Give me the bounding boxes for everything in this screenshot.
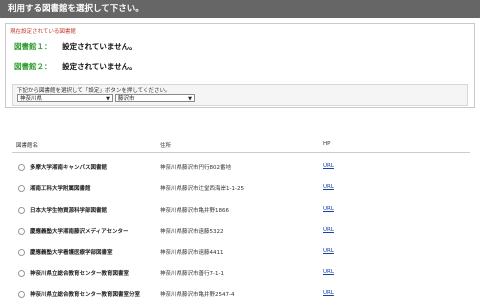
list-divider [12,152,470,153]
library-url-link[interactable]: URL [323,163,334,169]
column-header-address: 住所 [160,143,172,149]
library-radio[interactable] [18,249,25,256]
library-2-row: 図書館２： 設定されていません。 [14,61,137,72]
library-url-link[interactable]: URL [323,206,334,212]
library-name: 湘南工科大学附属図書館 [30,186,91,192]
column-header-hp: HP [323,141,331,147]
library-radio[interactable] [18,207,25,214]
library-list-item: 日本大学生物資源科学部図書館 神奈川県藤沢市亀井野1866 URL [12,205,472,217]
library-name: 多摩大学湘南キャンパス図書館 [30,165,108,171]
library-name: 神奈川県立総合教育センター教育図書室 [30,271,130,277]
library-address: 神奈川県藤沢市遠藤4411 [160,250,224,256]
library-radio[interactable] [18,291,25,298]
library-url-link[interactable]: URL [323,227,334,233]
library-list-item: 慶應義塾大学看護医療学部図書室 神奈川県藤沢市遠藤4411 URL [12,247,472,259]
library-selector: 下記から図書館を選択して「設定」ボタンを押してください。 神奈川県 ▼ 藤沢市 … [12,84,468,106]
city-value: 藤沢市 [118,96,135,102]
library-1-value: 設定されていません。 [62,42,137,51]
library-2-label: 図書館２： [14,62,52,71]
library-name: 慶應義塾大学看護医療学部図書室 [30,250,113,256]
library-url-link[interactable]: URL [323,269,334,275]
page-title: 利用する図書館を選択して下さい。 [8,4,144,14]
city-select[interactable]: 藤沢市 ▼ [115,94,195,102]
current-library-panel: 現在設定されている図書館 図書館１： 設定されていません。 図書館２： 設定され… [5,23,475,108]
library-list-item: 湘南工科大学附属図書館 神奈川県藤沢市辻堂西海岸1-1-25 URL [12,183,472,195]
library-address: 神奈川県藤沢市善行7-1-1 [160,271,224,277]
library-address: 神奈川県藤沢市遠藤5322 [160,229,224,235]
library-list-item: 神奈川県立総合教育センター教育図書室 神奈川県藤沢市善行7-1-1 URL [12,268,472,280]
chevron-down-icon: ▼ [188,96,192,102]
library-name: 慶應義塾大学湘南藤沢メディアセンター [30,229,129,235]
prefecture-value: 神奈川県 [20,96,43,102]
library-list-item: 慶應義塾大学湘南藤沢メディアセンター 神奈川県藤沢市遠藤5322 URL [12,226,472,238]
library-url-link[interactable]: URL [323,248,334,254]
library-url-link[interactable]: URL [323,184,334,190]
library-radio[interactable] [18,228,25,235]
page-header: 利用する図書館を選択して下さい。 [0,0,480,18]
library-name: 日本大学生物資源科学部図書館 [30,208,108,214]
library-address: 神奈川県藤沢市円行802番地 [160,165,231,171]
library-name: 神奈川県立総合教育センター教育図書室分室 [30,292,141,298]
library-list-item: 多摩大学湘南キャンパス図書館 神奈川県藤沢市円行802番地 URL [12,162,472,174]
library-1-label: 図書館１： [14,42,52,51]
library-address: 神奈川県藤沢市亀井野2547-4 [160,292,235,298]
column-header-name: 図書館名 [16,143,39,149]
library-address: 神奈川県藤沢市辻堂西海岸1-1-25 [160,186,244,192]
library-address: 神奈川県藤沢市亀井野1866 [160,208,229,214]
library-radio[interactable] [18,185,25,192]
library-1-row: 図書館１： 設定されていません。 [14,41,137,52]
selector-instruction: 下記から図書館を選択して「設定」ボタンを押してください。 [17,88,171,94]
library-radio[interactable] [18,270,25,277]
current-library-title: 現在設定されている図書館 [10,29,76,35]
library-list-item: 神奈川県立総合教育センター教育図書室分室 神奈川県藤沢市亀井野2547-4 UR… [12,289,472,301]
prefecture-select[interactable]: 神奈川県 ▼ [17,94,113,102]
library-radio[interactable] [18,164,25,171]
library-2-value: 設定されていません。 [62,62,137,71]
library-url-link[interactable]: URL [323,290,334,296]
chevron-down-icon: ▼ [106,96,110,102]
